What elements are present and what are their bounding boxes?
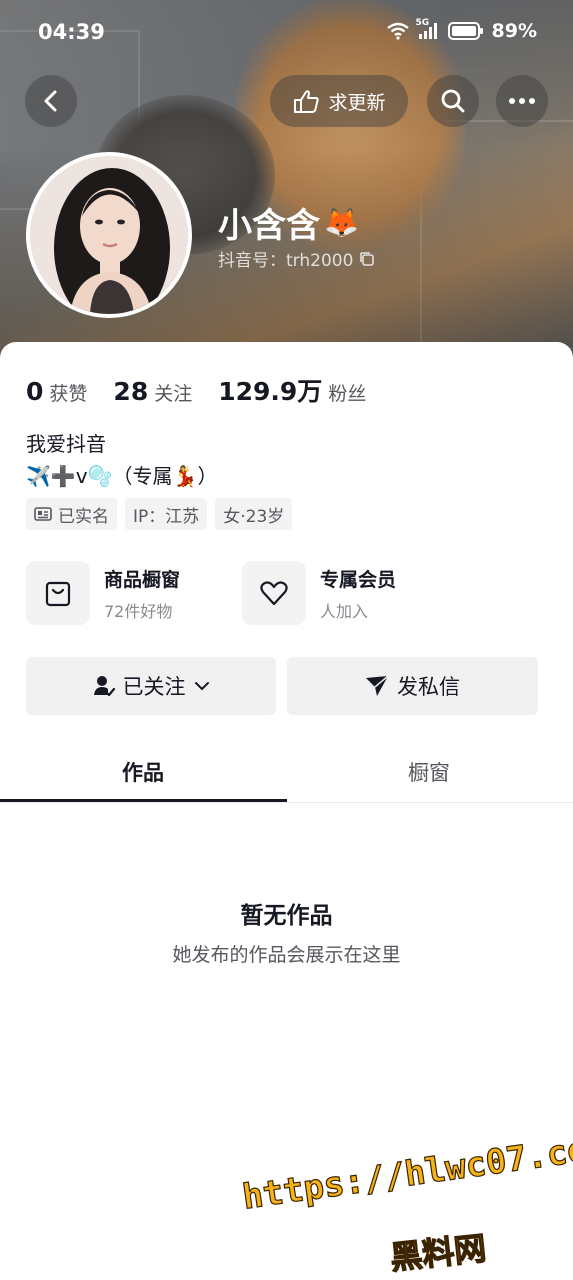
search-icon [441, 89, 465, 113]
product-showcase-entry[interactable]: 商品橱窗 72件好物 [26, 560, 180, 626]
more-icon [509, 98, 535, 104]
tag-gender-age: 女·23岁 [215, 498, 293, 530]
status-time: 04:39 [38, 20, 105, 44]
profile-name: 小含含 🦊 [218, 206, 359, 246]
avatar[interactable] [26, 152, 192, 318]
profile-card: 0 获赞 28 关注 129.9万 粉丝 我爱抖音 ✈️➕v🫧（专属💃） 已实名… [0, 342, 573, 1280]
fox-emoji: 🦊 [324, 206, 359, 239]
battery-icon [447, 22, 483, 40]
status-bar: 04:39 5G 89% [0, 18, 573, 48]
back-button[interactable] [25, 75, 77, 127]
more-button[interactable] [496, 75, 548, 127]
copy-icon[interactable] [359, 251, 375, 267]
chevron-left-icon [44, 90, 57, 112]
empty-state-subtitle: 她发布的作品会展示在这里 [172, 944, 401, 966]
request-update-button[interactable]: 求更新 [270, 75, 408, 127]
tab-works[interactable]: 作品 [0, 742, 286, 802]
stats-row: 0 获赞 28 关注 129.9万 粉丝 [26, 372, 366, 408]
search-button[interactable] [427, 75, 479, 127]
avatar-photo [30, 156, 188, 314]
send-icon [366, 675, 389, 696]
tag-verified: 已实名 [26, 498, 117, 530]
tab-showcase[interactable]: 橱窗 [286, 742, 572, 802]
followed-button[interactable]: 已关注 [26, 657, 276, 715]
douyin-id[interactable]: 抖音号：trh2000 [218, 246, 375, 271]
user-check-icon [93, 676, 115, 697]
request-update-label: 求更新 [328, 91, 386, 114]
profile-tags: 已实名 IP：江苏 女·23岁 [26, 498, 293, 530]
shopping-bag-icon [45, 581, 71, 607]
heart-icon [260, 581, 288, 606]
tag-ip: IP：江苏 [125, 498, 208, 530]
battery-percent: 89% [491, 20, 537, 42]
send-message-button[interactable]: 发私信 [287, 657, 538, 715]
exclusive-membership-entry[interactable]: 专属会员 人加入 [242, 560, 396, 626]
id-card-icon [34, 507, 52, 521]
pointing-hand-icon [294, 90, 320, 113]
wifi-icon [386, 22, 409, 40]
stat-following[interactable]: 28 关注 [113, 377, 192, 406]
empty-state-title: 暂无作品 [240, 903, 333, 929]
cellular-signal-icon: 5G [416, 18, 440, 40]
content-tabs: 作品 橱窗 [0, 742, 573, 804]
chevron-down-icon [194, 682, 209, 691]
stat-likes[interactable]: 0 获赞 [26, 377, 87, 406]
bio-line-1: 我爱抖音 [26, 432, 106, 456]
bio-line-2: ✈️➕v🫧（专属💃） [26, 464, 218, 488]
stat-followers[interactable]: 129.9万 粉丝 [218, 372, 366, 408]
